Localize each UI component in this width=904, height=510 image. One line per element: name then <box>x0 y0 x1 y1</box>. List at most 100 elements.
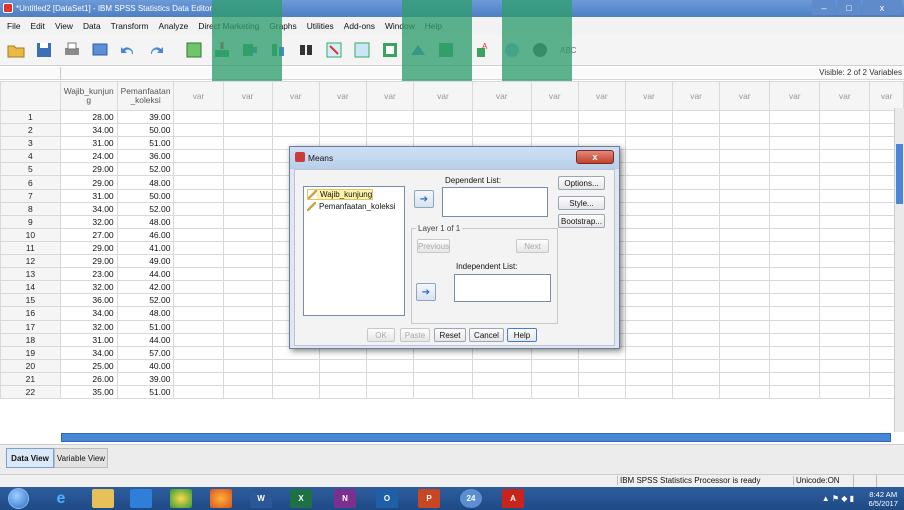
empty-cell[interactable] <box>719 371 771 386</box>
cell-reference[interactable] <box>0 67 61 80</box>
empty-cell[interactable] <box>577 371 626 386</box>
empty-cell[interactable] <box>222 240 273 256</box>
cell-wajib-kunjung[interactable]: 34.00 <box>59 345 118 360</box>
empty-cell[interactable] <box>318 358 367 373</box>
empty-cell[interactable] <box>819 162 871 177</box>
empty-cell[interactable] <box>222 109 273 125</box>
empty-cell[interactable] <box>769 188 821 203</box>
empty-cell[interactable] <box>672 227 721 242</box>
empty-cell[interactable] <box>624 332 674 347</box>
empty-cell[interactable] <box>769 306 821 321</box>
row-number[interactable]: 15 <box>0 293 61 308</box>
empty-cell[interactable] <box>769 109 821 125</box>
empty-cell[interactable] <box>819 149 871 164</box>
tab-variable-view[interactable]: Variable View <box>54 448 108 468</box>
empty-cell[interactable] <box>173 280 224 295</box>
row-number[interactable]: 2 <box>0 123 61 138</box>
empty-cell[interactable] <box>819 188 871 203</box>
column-header-var[interactable]: var <box>173 81 224 111</box>
menu-window[interactable]: Window <box>381 21 421 31</box>
chrome-icon[interactable] <box>170 489 192 508</box>
empty-cell[interactable] <box>624 280 674 295</box>
cell-wajib-kunjung[interactable]: 29.00 <box>59 175 118 190</box>
empty-cell[interactable] <box>318 109 367 125</box>
empty-cell[interactable] <box>719 136 771 151</box>
cell-pemanfaatan-koleksi[interactable]: 48.00 <box>116 306 175 321</box>
empty-cell[interactable] <box>672 214 721 229</box>
empty-cell[interactable] <box>530 123 579 138</box>
empty-cell[interactable] <box>222 188 273 203</box>
horizontal-scrollbar[interactable] <box>61 433 891 442</box>
empty-cell[interactable] <box>769 280 821 295</box>
row-number[interactable]: 5 <box>0 162 61 177</box>
split-file-icon[interactable] <box>378 38 402 62</box>
cell-wajib-kunjung[interactable]: 27.00 <box>59 227 118 242</box>
empty-cell[interactable] <box>819 319 871 334</box>
row-number[interactable]: 11 <box>0 240 61 256</box>
empty-cell[interactable] <box>173 123 224 138</box>
row-number[interactable]: 12 <box>0 254 61 269</box>
empty-cell[interactable] <box>222 254 273 269</box>
use-variable-sets-icon[interactable] <box>500 38 524 62</box>
empty-cell[interactable] <box>719 306 771 321</box>
column-header-var[interactable]: var <box>413 81 473 111</box>
empty-cell[interactable] <box>672 201 721 216</box>
spss-taskbar-icon[interactable]: 24 <box>460 489 482 508</box>
column-header-var[interactable]: var <box>318 81 367 111</box>
empty-cell[interactable] <box>173 371 224 386</box>
empty-cell[interactable] <box>719 384 771 400</box>
column-header-var[interactable]: var <box>672 81 721 111</box>
vertical-scroll-thumb[interactable] <box>896 144 903 204</box>
row-number[interactable]: 18 <box>0 332 61 347</box>
empty-cell[interactable] <box>672 345 721 360</box>
empty-cell[interactable] <box>769 149 821 164</box>
outlook-icon[interactable]: O <box>376 489 398 508</box>
options-button[interactable]: Options... <box>558 176 605 190</box>
empty-cell[interactable] <box>719 188 771 203</box>
cell-wajib-kunjung[interactable]: 36.00 <box>59 293 118 308</box>
cell-pemanfaatan-koleksi[interactable]: 52.00 <box>116 201 175 216</box>
empty-cell[interactable] <box>173 149 224 164</box>
empty-cell[interactable] <box>624 371 674 386</box>
empty-cell[interactable] <box>719 227 771 242</box>
empty-cell[interactable] <box>222 358 273 373</box>
menu-view[interactable]: View <box>51 21 79 31</box>
empty-cell[interactable] <box>719 201 771 216</box>
empty-cell[interactable] <box>173 267 224 282</box>
row-number[interactable]: 19 <box>0 345 61 360</box>
empty-cell[interactable] <box>471 358 532 373</box>
empty-cell[interactable] <box>719 254 771 269</box>
menu-analyze[interactable]: Analyze <box>155 21 195 31</box>
cell-pemanfaatan-koleksi[interactable]: 44.00 <box>116 267 175 282</box>
empty-cell[interactable] <box>173 175 224 190</box>
column-header-var[interactable]: var <box>624 81 674 111</box>
empty-cell[interactable] <box>222 267 273 282</box>
column-header-var[interactable]: var <box>222 81 273 111</box>
cell-pemanfaatan-koleksi[interactable]: 51.00 <box>116 136 175 151</box>
empty-cell[interactable] <box>318 123 367 138</box>
empty-cell[interactable] <box>672 319 721 334</box>
empty-cell[interactable] <box>819 358 871 373</box>
empty-cell[interactable] <box>222 162 273 177</box>
empty-cell[interactable] <box>719 345 771 360</box>
empty-cell[interactable] <box>173 358 224 373</box>
empty-cell[interactable] <box>173 136 224 151</box>
empty-cell[interactable] <box>624 227 674 242</box>
empty-cell[interactable] <box>173 240 224 256</box>
undo-icon[interactable] <box>116 38 140 62</box>
empty-cell[interactable] <box>173 201 224 216</box>
menu-utilities[interactable]: Utilities <box>303 21 340 31</box>
empty-cell[interactable] <box>819 240 871 256</box>
empty-cell[interactable] <box>530 358 579 373</box>
column-header-wajib-kunjung[interactable]: Wajib_kunjun g <box>59 81 118 111</box>
empty-cell[interactable] <box>365 358 415 373</box>
empty-cell[interactable] <box>173 306 224 321</box>
empty-cell[interactable] <box>769 214 821 229</box>
variable-item-pemanfaatan-koleksi[interactable]: Pemanfaatan_koleksi <box>307 201 396 212</box>
empty-cell[interactable] <box>413 371 473 386</box>
empty-cell[interactable] <box>318 384 367 400</box>
empty-cell[interactable] <box>769 136 821 151</box>
insert-cases-icon[interactable] <box>322 38 346 62</box>
empty-cell[interactable] <box>719 240 771 256</box>
row-number[interactable]: 4 <box>0 149 61 164</box>
